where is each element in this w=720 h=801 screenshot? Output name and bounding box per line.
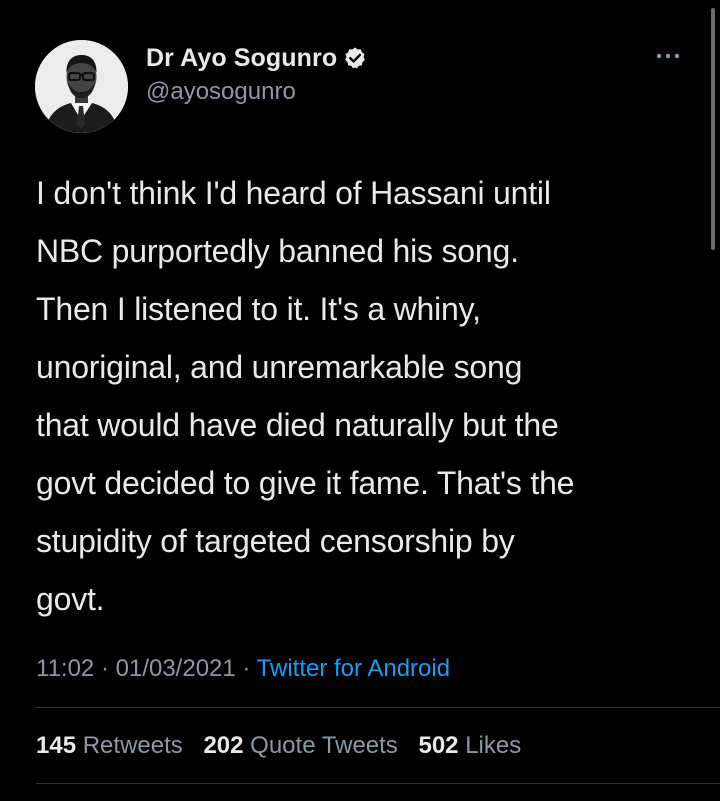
tweet-date[interactable]: 01/03/2021 (116, 655, 236, 682)
tweet-text-line: govt. (36, 581, 105, 617)
divider (36, 707, 720, 708)
tweet-body: I don't think I'd heard of Hassani until… (36, 164, 696, 628)
tweet-text-line: unoriginal, and unremarkable song (36, 349, 523, 385)
avatar[interactable] (35, 40, 128, 133)
quote-tweets-count: 202 (203, 732, 244, 759)
retweets-label: Retweets (82, 732, 183, 759)
tweet-text-line: Then I listened to it. It's a whiny, (36, 291, 481, 327)
scrollbar[interactable] (711, 8, 715, 250)
retweets-count: 145 (36, 732, 77, 759)
tweet-detail: Dr Ayo Sogunro @ayosogunro I don't think… (0, 0, 720, 801)
quote-tweets-label: Quote Tweets (250, 732, 398, 759)
tweet-text-line: govt decided to give it fame. That's the (36, 465, 575, 501)
tweet-text-line: I don't think I'd heard of Hassani until (36, 175, 551, 211)
meta-separator: · (242, 655, 251, 682)
tweet-text-line: stupidity of targeted censorship by (36, 523, 515, 559)
author-handle[interactable]: @ayosogunro (146, 78, 296, 106)
tweet-time[interactable]: 11:02 (36, 655, 94, 682)
likes-stat[interactable]: 502 Likes (418, 729, 521, 763)
tweet-text-line: NBC purportedly banned his song. (36, 233, 519, 269)
likes-label: Likes (465, 732, 522, 759)
engagement-stats: 145 Retweets 202 Quote Tweets 502 Likes (36, 729, 535, 763)
meta-separator: · (100, 655, 109, 682)
avatar-image (35, 40, 128, 133)
verified-badge-icon (343, 46, 367, 70)
quote-tweets-stat[interactable]: 202 Quote Tweets (203, 729, 397, 763)
tweet-text-line: that would have died naturally but the (36, 407, 559, 443)
tweet-metadata: 11:02 · 01/03/2021 · Twitter for Android (36, 652, 450, 686)
author-display-name[interactable]: Dr Ayo Sogunro (146, 44, 337, 73)
author-name-row[interactable]: Dr Ayo Sogunro (146, 41, 367, 75)
divider (36, 783, 720, 784)
tweet-source-link[interactable]: Twitter for Android (257, 655, 450, 682)
retweets-stat[interactable]: 145 Retweets (36, 729, 183, 763)
likes-count: 502 (418, 732, 459, 759)
more-options-icon[interactable] (652, 44, 684, 68)
